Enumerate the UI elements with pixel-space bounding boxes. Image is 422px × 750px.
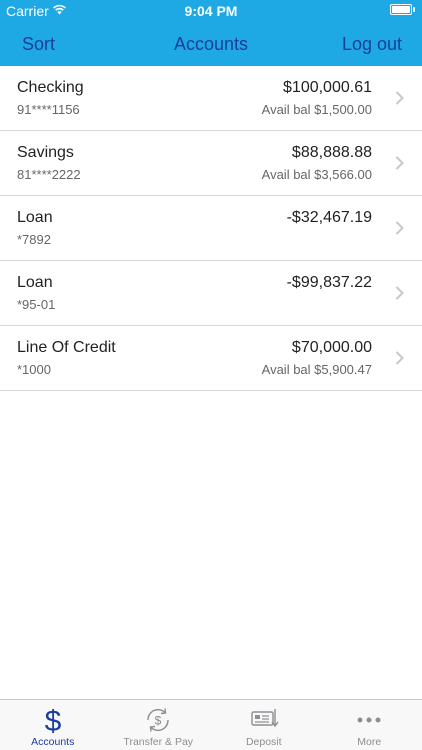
deposit-check-icon bbox=[251, 709, 279, 728]
available-balance: Avail bal $3,566.00 bbox=[261, 167, 372, 182]
chevron-right-icon bbox=[395, 156, 404, 170]
more-icon bbox=[357, 717, 381, 723]
tab-label: More bbox=[357, 736, 382, 748]
nav-bar: Sort Accounts Log out bbox=[0, 22, 422, 66]
tab-transfer-pay[interactable]: $ Transfer & Pay bbox=[106, 700, 212, 750]
account-row-line-of-credit[interactable]: Line Of Credit *1000 $70,000.00 Avail ba… bbox=[0, 326, 422, 391]
app-header: Carrier 9:04 PM Sort Accounts Log out bbox=[0, 0, 422, 66]
account-number: *7892 bbox=[17, 232, 51, 247]
tab-bar: $ Accounts $ Transfer & Pay Deposit More bbox=[0, 699, 422, 750]
account-name: Checking bbox=[17, 79, 84, 96]
status-bar: Carrier 9:04 PM bbox=[0, 0, 422, 22]
account-balance: -$32,467.19 bbox=[286, 209, 372, 226]
svg-text:$: $ bbox=[155, 714, 162, 728]
account-name: Loan bbox=[17, 274, 53, 291]
accounts-list: Checking 91****1156 $100,000.61 Avail ba… bbox=[0, 66, 422, 391]
chevron-right-icon bbox=[395, 91, 404, 105]
tab-label: Deposit bbox=[245, 736, 282, 748]
status-time: 9:04 PM bbox=[184, 3, 238, 19]
chevron-right-icon bbox=[395, 351, 404, 365]
available-balance: Avail bal $1,500.00 bbox=[261, 102, 372, 117]
transfer-icon: $ bbox=[147, 708, 169, 732]
account-balance: -$99,837.22 bbox=[286, 274, 372, 291]
account-name: Savings bbox=[17, 144, 74, 161]
tab-label: Accounts bbox=[31, 736, 75, 748]
available-balance: Avail bal $5,900.47 bbox=[261, 362, 372, 377]
tab-accounts[interactable]: $ Accounts bbox=[0, 700, 106, 750]
account-row-loan-7892[interactable]: Loan *7892 -$32,467.19 bbox=[0, 196, 422, 261]
account-balance: $88,888.88 bbox=[291, 144, 372, 161]
tab-label: Transfer & Pay bbox=[123, 736, 194, 748]
chevron-right-icon bbox=[395, 286, 404, 300]
account-number: *95-01 bbox=[17, 297, 56, 312]
account-number: 91****1156 bbox=[17, 102, 80, 117]
account-name: Line Of Credit bbox=[17, 339, 116, 356]
battery-icon bbox=[390, 4, 415, 15]
account-row-loan-9501[interactable]: Loan *95-01 -$99,837.22 bbox=[0, 261, 422, 326]
chevron-right-icon bbox=[395, 221, 404, 235]
svg-text:$: $ bbox=[44, 705, 61, 735]
account-row-checking[interactable]: Checking 91****1156 $100,000.61 Avail ba… bbox=[0, 66, 422, 131]
tab-deposit[interactable]: Deposit bbox=[211, 700, 317, 750]
dollar-icon: $ bbox=[44, 705, 61, 735]
account-number: *1000 bbox=[17, 362, 51, 377]
tab-more[interactable]: More bbox=[317, 700, 422, 750]
logout-button[interactable]: Log out bbox=[342, 34, 402, 55]
account-row-savings[interactable]: Savings 81****2222 $88,888.88 Avail bal … bbox=[0, 131, 422, 196]
account-balance: $100,000.61 bbox=[283, 79, 372, 96]
account-number: 81****2222 bbox=[17, 167, 81, 182]
account-name: Loan bbox=[17, 209, 53, 226]
account-balance: $70,000.00 bbox=[291, 339, 372, 356]
